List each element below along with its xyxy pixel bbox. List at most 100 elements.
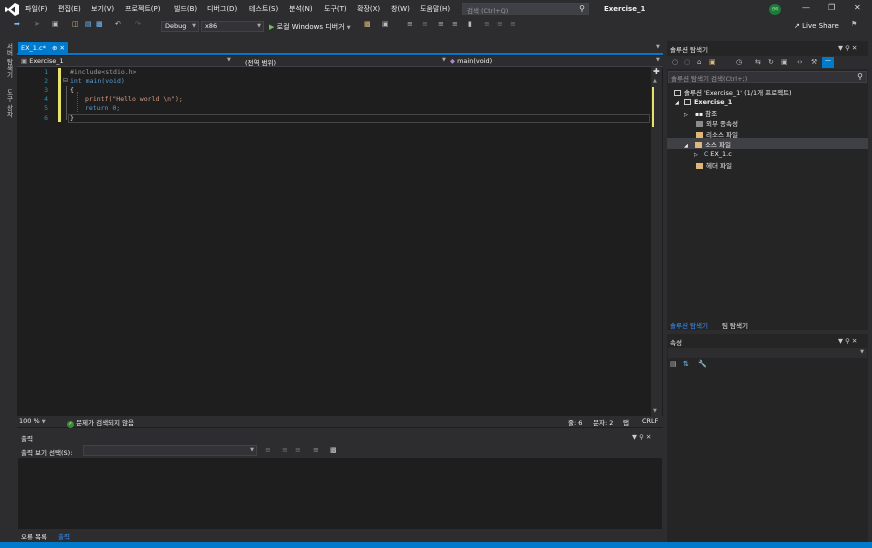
tree-item-resource-files[interactable]: 리소스 파일 [696,129,738,139]
server-explorer-tab[interactable]: 서버 탐색기 [4,43,14,78]
solution-search-box[interactable]: 솔루션 탐색기 검색(Ctrl+;) ⚲ [668,71,867,83]
panel-options-icon[interactable]: ▼ ⚲ ✕ [838,337,857,345]
platform-select[interactable]: x86 ▼ [201,21,264,32]
bookmark-icon[interactable]: ▮ [468,20,472,28]
collapsed-arrow-icon[interactable]: ▷ [694,152,698,158]
word-wrap-icon[interactable]: ▩ [330,446,337,454]
user-avatar[interactable]: 관리 [769,4,781,15]
expanded-arrow-icon[interactable]: ◢ [675,100,679,106]
collapse-icon[interactable]: ⊟ [63,77,68,84]
view-code-icon[interactable]: ‹› [797,58,803,66]
editor-vertical-scrollbar[interactable]: ✚ ▲ ▼ [651,67,662,416]
switch-views-icon[interactable]: ▣ [709,58,716,66]
menu-tools[interactable]: 도구(T) [324,4,347,14]
configuration-select[interactable]: Debug ▼ [161,21,199,32]
collapse-all-icon[interactable]: ▣ [781,58,788,66]
chevron-down-icon[interactable]: ▼ [227,57,231,63]
comment-icon[interactable]: ≡ [438,20,444,28]
live-share-button[interactable]: ↗ Live Share [794,22,839,30]
uncomment-icon[interactable]: ≡ [452,20,458,28]
expanded-arrow-icon[interactable]: ◢ [684,143,688,149]
tab-output[interactable]: 출력 [58,531,70,541]
tab-solution-explorer[interactable]: 솔루션 탐색기 [670,320,708,330]
back-icon[interactable]: ➡ [14,20,20,28]
menu-test[interactable]: 테스트(S) [249,4,278,14]
step-icon[interactable]: ≡ [407,20,413,28]
tree-item-references[interactable]: ▷ ▪▪ 참조 [684,108,717,118]
prev-bookmark-icon[interactable]: ≡ [484,20,490,28]
redo-icon[interactable]: ↷ [135,20,141,28]
restore-icon[interactable]: ❐ [828,3,835,12]
nav-project-select[interactable]: ▣ Exercise_1 [21,57,64,65]
properties-icon[interactable]: ⚒ [811,58,817,66]
feedback-icon[interactable]: ⚑ [851,20,857,28]
minimize-icon[interactable]: — [802,3,810,12]
tab-team-explorer[interactable]: 팀 탐색기 [722,320,748,330]
next-bookmark-icon[interactable]: ≡ [497,20,503,28]
collapsed-arrow-icon[interactable]: ▷ [684,112,688,118]
menu-build[interactable]: 빌드(B) [174,4,197,14]
refresh-icon[interactable]: ↻ [768,58,774,66]
menu-window[interactable]: 창(W) [391,4,410,14]
tree-item-source-files[interactable]: ◢ 소스 파일 [684,139,731,149]
screenshot-icon[interactable]: ▣ [382,20,389,28]
tab-list-chevron-icon[interactable]: ▼ [656,44,660,50]
toolbox-tab[interactable]: 도구 상자 [4,89,14,117]
issues-indicator[interactable]: ✓ 문제가 검색되지 않음 [67,417,134,428]
scroll-up-icon[interactable]: ▲ [653,78,657,84]
properties-object-select[interactable]: ▼ [668,348,867,358]
chevron-down-icon[interactable]: ▼ [656,57,660,63]
output-source-select[interactable]: ▼ [83,445,257,456]
undo-icon[interactable]: ↶ [115,20,121,28]
menu-edit[interactable]: 편집(E) [58,4,81,14]
toggle-icon[interactable]: ≡ [422,20,428,28]
menu-project[interactable]: 프로젝트(P) [125,4,160,14]
output-text-area[interactable] [18,458,662,529]
tree-item-ex1-c[interactable]: ▷ C EX_1.c [694,150,732,158]
tree-item-solution[interactable]: 솔루션 'Exercise_1' (1/1개 프로젝트) [674,87,792,97]
find-in-output-icon[interactable]: ≡ [265,446,271,454]
tab-error-list[interactable]: 오류 목록 [21,531,47,541]
tree-item-project[interactable]: ◢ Exercise_1 [675,98,732,106]
clear-bookmarks-icon[interactable]: ≡ [510,20,516,28]
pending-changes-icon[interactable]: ◷ [736,58,742,66]
tree-item-header-files[interactable]: 헤더 파일 [696,160,732,170]
panel-options-icon[interactable]: ▼ ⚲ ✕ [632,433,651,441]
new-project-icon[interactable]: ▣ [52,20,59,28]
forward-icon[interactable]: ○ [684,58,690,66]
save-all-icon[interactable]: ▩ [96,20,103,28]
menu-file[interactable]: 파일(F) [25,4,47,14]
prev-message-icon[interactable]: ≡ [282,446,288,454]
close-tab-icon[interactable]: ⊕ ✕ [52,42,65,54]
open-file-icon[interactable]: ◫ [72,20,79,28]
menu-help[interactable]: 도움말(H) [420,4,450,14]
property-pages-icon[interactable]: 🔧 [698,360,707,368]
close-window-icon[interactable]: ✕ [854,3,861,12]
save-icon[interactable]: ▤ [85,20,92,28]
home-icon[interactable]: ⌂ [697,58,701,66]
categorized-icon[interactable]: ▤ [670,360,677,368]
browse-icon[interactable]: ▩ [364,20,371,28]
nav-member-select[interactable]: ◆ main(void) [450,57,492,65]
next-message-icon[interactable]: ≡ [295,446,301,454]
nav-scope-select[interactable]: (전역 범위) [245,57,276,67]
panel-options-icon[interactable]: ▼ ⚲ ✕ [838,44,857,52]
forward-icon[interactable]: ➤ [34,20,40,28]
menu-view[interactable]: 보기(V) [91,4,114,14]
visual-studio-logo-icon[interactable] [5,3,19,16]
start-debugging-button[interactable]: ▶ 로컬 Windows 디버거 ▼ [269,22,351,32]
clear-all-icon[interactable]: ≡ [313,446,319,454]
preview-icon[interactable]: — [822,57,834,68]
tab-ex1-c[interactable]: EX_1.c* ⊕ ✕ [18,42,68,54]
menu-debug[interactable]: 디버그(D) [207,4,237,14]
scroll-down-icon[interactable]: ▼ [653,408,657,414]
back-icon[interactable]: ○ [672,58,678,66]
quick-search-box[interactable]: 검색 (Ctrl+Q) ⚲ [462,3,589,15]
sync-icon[interactable]: ⇆ [755,58,761,66]
menu-extensions[interactable]: 확장(X) [357,4,380,14]
menu-analyze[interactable]: 분석(N) [289,4,313,14]
chevron-down-icon[interactable]: ▼ [442,57,446,63]
split-icon[interactable]: ✚ [653,67,660,76]
tree-item-external-deps[interactable]: 외부 종속성 [696,118,738,128]
alphabetical-icon[interactable]: ⇅ [683,360,689,368]
